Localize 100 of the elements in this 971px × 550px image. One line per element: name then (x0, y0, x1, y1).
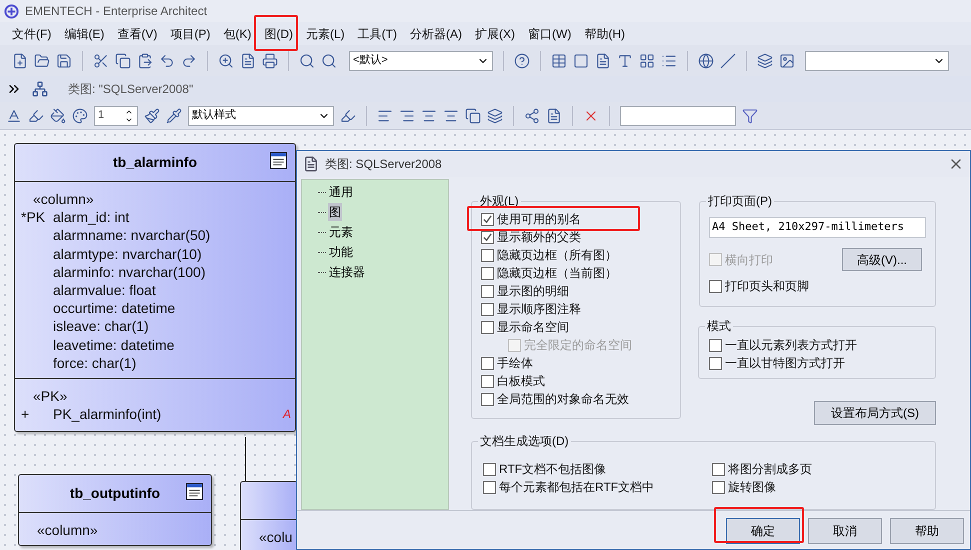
checkbox[interactable] (481, 302, 494, 316)
checkbox[interactable] (481, 266, 494, 280)
new-file-icon[interactable] (12, 52, 28, 68)
advanced-button[interactable]: 高级(V)... (842, 248, 922, 271)
checkbox[interactable] (709, 280, 722, 292)
square-icon[interactable] (573, 52, 589, 68)
highlight-frame (254, 15, 298, 51)
checkbox-label: 每个元素都包括在RTF文档中 (499, 479, 654, 496)
menu-item[interactable]: 元素(L) (306, 24, 345, 42)
checkbox[interactable] (712, 462, 725, 476)
cut-icon[interactable] (93, 52, 109, 68)
line-width-spinner[interactable]: 1 (94, 106, 138, 126)
font-icon[interactable] (617, 52, 633, 68)
image-icon[interactable] (779, 52, 795, 68)
checkbox[interactable] (481, 356, 494, 370)
menu-item[interactable]: 项目(P) (170, 24, 210, 42)
page-size-field[interactable]: A4 Sheet, 210x297-millimeters (709, 217, 926, 238)
copy-icon[interactable] (115, 52, 131, 68)
column-text: alarmtype: nvarchar(10) (53, 244, 202, 263)
checkbox[interactable] (709, 356, 722, 370)
tree-item[interactable]: 功能 (328, 243, 354, 261)
font-color-icon[interactable] (6, 108, 22, 124)
checkbox[interactable] (712, 480, 725, 494)
print-icon[interactable] (262, 52, 278, 68)
menu-item[interactable]: 帮助(H) (584, 24, 625, 42)
menu-item[interactable]: 包(K) (223, 24, 252, 42)
column-text: alarminfo: nvarchar(100) (53, 262, 206, 282)
dialog-button[interactable]: 取消 (808, 518, 882, 544)
checkbox[interactable] (481, 392, 494, 406)
menu-item[interactable]: 查看(V) (117, 24, 158, 42)
undo-icon[interactable] (159, 52, 175, 68)
dialog-title: 类图: SQLServer2008 (325, 156, 442, 173)
stereotype-label: «column» (36, 521, 99, 540)
tree-item[interactable]: 通用 (328, 183, 354, 201)
zoom-icon[interactable] (218, 52, 234, 68)
view-combo[interactable]: <默认> (349, 50, 493, 70)
checkbox-label: 显示顺序图注释 (497, 301, 581, 318)
highlight-icon[interactable] (28, 108, 44, 124)
checkbox[interactable] (483, 462, 496, 476)
table-element[interactable]: tb_outputinfo «column» (18, 474, 212, 546)
brush-icon[interactable] (144, 108, 160, 124)
document-icon[interactable] (595, 52, 611, 68)
save-icon[interactable] (56, 52, 72, 68)
dialog-button[interactable]: 帮助 (890, 518, 964, 544)
style-combo[interactable]: 默认样式 (188, 106, 334, 126)
search-icon[interactable] (321, 52, 337, 68)
globe-icon[interactable] (698, 52, 714, 68)
checkbox-label: 手绘体 (497, 355, 533, 372)
dialog-button[interactable]: 确定 (726, 518, 800, 544)
table-element[interactable]: «colu (240, 481, 298, 550)
layers-icon[interactable] (487, 108, 503, 124)
checkbox[interactable] (481, 320, 494, 334)
pipette-icon[interactable] (166, 108, 182, 124)
pen-icon[interactable] (340, 108, 356, 124)
column-text: occurtime: datetime (53, 299, 176, 318)
find-icon[interactable] (299, 52, 315, 68)
menu-item[interactable]: 文件(F) (12, 24, 52, 42)
tree-item[interactable]: 图 (328, 203, 342, 221)
checkbox[interactable] (481, 248, 494, 262)
dialog-icon (303, 156, 319, 172)
page-icon[interactable] (240, 52, 256, 68)
grid-icon[interactable] (639, 52, 655, 68)
help-icon[interactable] (514, 52, 530, 68)
checkbox[interactable] (481, 212, 494, 226)
stereotype-label: «colu (258, 528, 294, 546)
table-icon (270, 152, 287, 169)
checkbox[interactable] (709, 338, 722, 352)
column-text: alarmname: nvarchar(50) (53, 226, 210, 245)
folder-icon[interactable] (34, 52, 50, 68)
menu-item[interactable]: 扩展(X) (475, 24, 515, 42)
tree-item[interactable]: 连接器 (328, 263, 366, 281)
column-text: leavetime: datetime (53, 336, 174, 354)
menu-item[interactable]: 分析器(A) (410, 24, 462, 42)
redo-icon[interactable] (181, 52, 197, 68)
filter-icon[interactable] (742, 108, 758, 124)
checkbox-label: 将图分割成多页 (728, 461, 812, 478)
line-icon[interactable] (720, 52, 736, 68)
menu-item[interactable]: 编辑(E) (64, 24, 104, 42)
table-element[interactable] (14, 143, 296, 432)
diagram-tab-title[interactable]: 类图: "SQLServer2008" (68, 80, 194, 98)
tree-item[interactable]: 元素 (328, 223, 354, 241)
checkbox-label: 旋转图像 (728, 479, 776, 496)
table-icon[interactable] (551, 52, 567, 68)
fill-color-icon[interactable] (50, 108, 66, 124)
checkbox-label: 白板模式 (497, 373, 545, 390)
checkbox-label: 一直以元素列表方式打开 (725, 337, 857, 354)
paste-icon[interactable] (137, 52, 153, 68)
menu-item[interactable]: 图(D) (264, 24, 293, 42)
visibility-marker: + (20, 405, 30, 424)
layout-button[interactable]: 设置布局方式(S) (814, 401, 936, 425)
menu-item[interactable]: 工具(T) (358, 24, 397, 42)
checkbox[interactable] (481, 230, 494, 244)
checkbox-label: 隐藏页边框（当前图） (497, 265, 617, 282)
checkbox[interactable] (481, 374, 494, 388)
menu-item[interactable]: 窗口(W) (528, 24, 572, 42)
checkbox[interactable] (483, 480, 496, 494)
table-icon (186, 483, 203, 500)
filter-field[interactable] (620, 106, 736, 126)
checkbox[interactable] (481, 284, 494, 298)
checkbox-label: 打印页头和页脚 (725, 278, 809, 295)
